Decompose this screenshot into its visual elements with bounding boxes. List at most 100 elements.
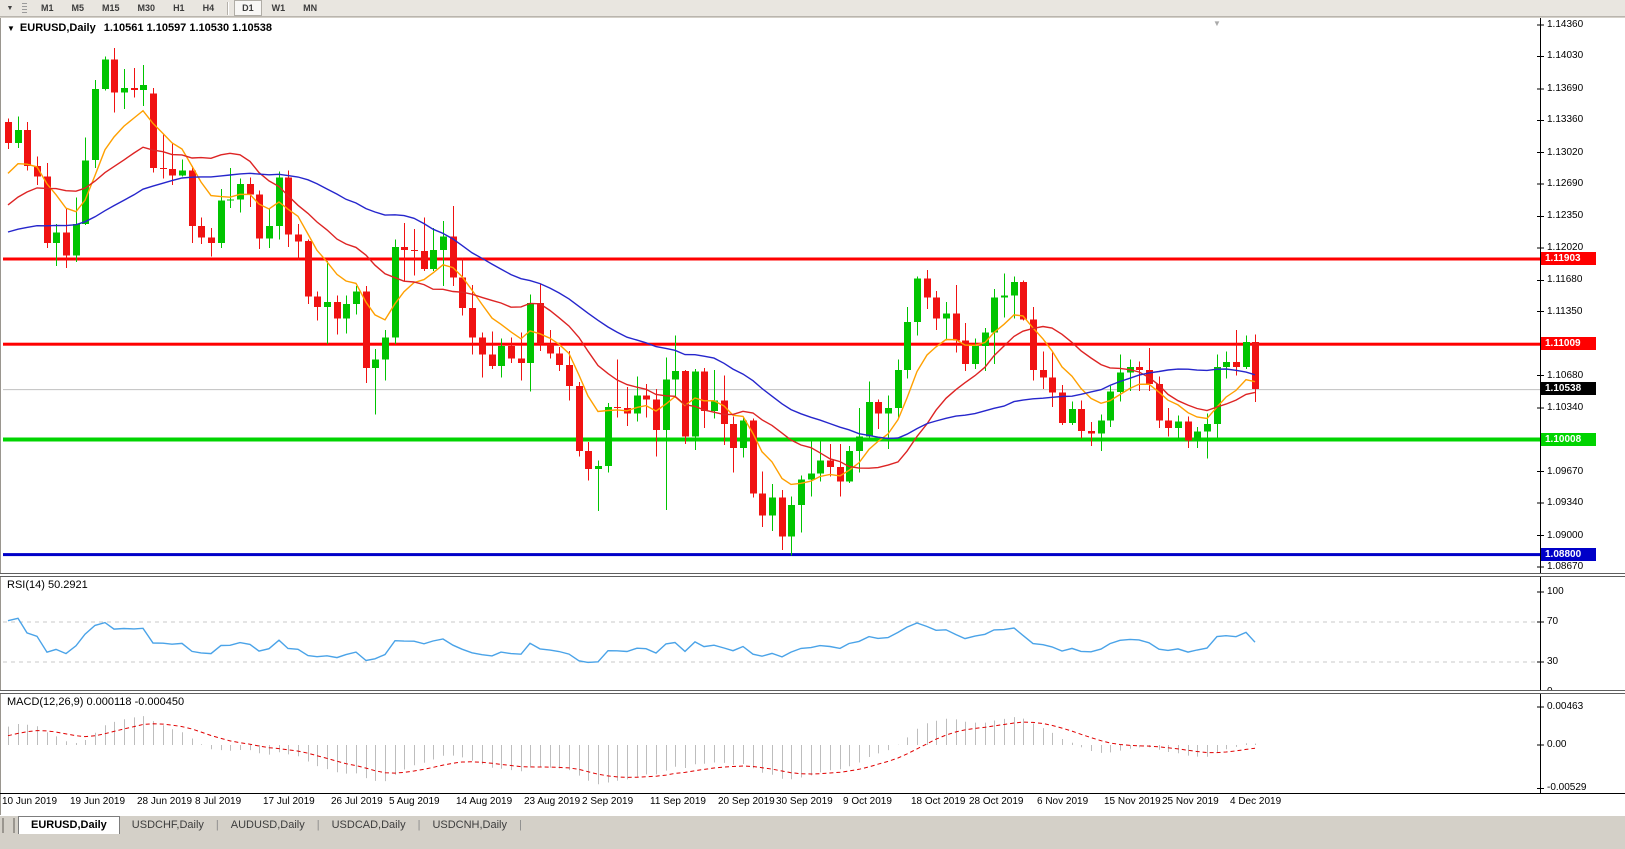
candle	[508, 337, 515, 363]
horizontal-level-line[interactable]	[3, 258, 1540, 261]
tab-audusd-daily[interactable]: AUDUSD,Daily	[219, 817, 317, 834]
tab-separator: |	[519, 819, 522, 831]
candle	[479, 333, 486, 378]
candle	[837, 444, 844, 496]
candle	[363, 286, 370, 383]
candle	[624, 387, 631, 426]
candle	[614, 359, 621, 417]
candle	[489, 332, 496, 369]
timeframe-button-h1[interactable]: H1	[165, 0, 193, 16]
tab-usdchf-daily[interactable]: USDCHF,Daily	[120, 817, 216, 834]
candle	[5, 118, 12, 149]
candle	[1233, 330, 1240, 376]
candle	[1069, 401, 1076, 425]
candle	[305, 239, 312, 304]
candle	[740, 418, 747, 458]
macd-signal-line	[8, 722, 1255, 777]
tabbar-grip[interactable]	[2, 818, 15, 833]
candle	[1252, 335, 1259, 403]
candle	[1214, 355, 1221, 438]
candle	[556, 347, 563, 371]
candle	[962, 323, 969, 371]
panel-splitter-rsi[interactable]	[0, 573, 1625, 577]
candle	[256, 191, 263, 249]
candle	[1107, 386, 1114, 427]
candle	[1243, 336, 1250, 369]
candle	[788, 497, 795, 556]
candle	[1049, 353, 1056, 407]
tab-usdcnh-daily[interactable]: USDCNH,Daily	[420, 817, 519, 834]
rsi-line	[8, 618, 1255, 662]
chart-graphics	[0, 0, 1625, 849]
candle	[92, 80, 99, 168]
candle	[1098, 415, 1105, 451]
tab-eurusd-daily[interactable]: EURUSD,Daily	[18, 816, 120, 834]
symbol-dropdown-icon[interactable]: ▼	[7, 24, 15, 33]
candle	[150, 88, 157, 173]
candle	[1001, 274, 1008, 318]
timeframe-button-w1[interactable]: W1	[264, 0, 294, 16]
toolbar-grip[interactable]	[22, 3, 27, 14]
candle	[430, 228, 437, 271]
candle	[1165, 408, 1172, 437]
timeframe-button-d1[interactable]: D1	[234, 0, 262, 16]
horizontal-level-line[interactable]	[3, 343, 1540, 346]
chart-shift-marker[interactable]: ▼	[1213, 19, 1221, 28]
candle	[121, 69, 128, 109]
timeframe-button-h4[interactable]: H4	[195, 0, 223, 16]
candle	[846, 446, 853, 483]
candle	[218, 189, 225, 248]
candle	[102, 56, 109, 90]
candle	[208, 228, 215, 257]
candle	[160, 134, 167, 179]
candle	[576, 382, 583, 456]
candle	[1030, 307, 1037, 380]
toolbar: ▼ M1M5M15M30H1H4 D1W1MN	[0, 0, 1625, 17]
candle	[324, 261, 331, 344]
timeframe-button-m1[interactable]: M1	[33, 0, 62, 16]
tab-list: EURUSD,DailyUSDCHF,Daily|AUDUSD,Daily|US…	[18, 816, 522, 834]
tab-usdcad-daily[interactable]: USDCAD,Daily	[320, 817, 418, 834]
candle	[198, 217, 205, 244]
candle	[634, 377, 641, 422]
candle	[527, 295, 534, 392]
candle	[1223, 352, 1230, 379]
candle	[343, 296, 350, 334]
candle	[953, 285, 960, 353]
candle	[411, 229, 418, 276]
candle	[401, 223, 408, 281]
panel-splitter-macd[interactable]	[0, 690, 1625, 694]
toolbar-dropdown-button[interactable]: ▼	[0, 1, 20, 16]
chart-title: ▼ EURUSD,Daily 1.10561 1.10597 1.10530 1.1…	[7, 22, 280, 34]
candle	[169, 143, 176, 185]
candle	[392, 239, 399, 344]
candle	[701, 368, 708, 428]
chart-ohlc-values: 1.10561 1.10597 1.10530 1.10538	[104, 22, 272, 34]
candle	[1204, 414, 1211, 459]
candle	[82, 137, 89, 225]
symbol-tabbar: EURUSD,DailyUSDCHF,Daily|AUDUSD,Daily|US…	[0, 815, 1625, 834]
timeframe-button-m5[interactable]: M5	[64, 0, 93, 16]
candle	[1020, 280, 1027, 320]
candle	[1040, 352, 1047, 389]
timeframe-button-m15[interactable]: M15	[94, 0, 128, 16]
macd-indicator-label: MACD(12,26,9) 0.000118 -0.000450	[7, 696, 184, 708]
candle	[537, 284, 544, 351]
candle	[895, 359, 902, 418]
candle	[721, 376, 728, 446]
candle	[440, 221, 447, 286]
candle	[914, 277, 921, 336]
horizontal-level-line[interactable]	[3, 438, 1540, 442]
candle	[1059, 385, 1066, 425]
timeframe-button-m30[interactable]: M30	[130, 0, 164, 16]
candle	[382, 330, 389, 381]
candle	[372, 349, 379, 415]
candle	[1175, 416, 1182, 439]
horizontal-level-line[interactable]	[3, 553, 1540, 556]
candle	[334, 296, 341, 335]
chart-symbol-label: EURUSD,Daily	[20, 22, 96, 34]
candle	[779, 490, 786, 550]
toolbar-separator	[227, 2, 229, 15]
timeframe-button-mn[interactable]: MN	[295, 0, 325, 16]
candle	[653, 389, 660, 457]
